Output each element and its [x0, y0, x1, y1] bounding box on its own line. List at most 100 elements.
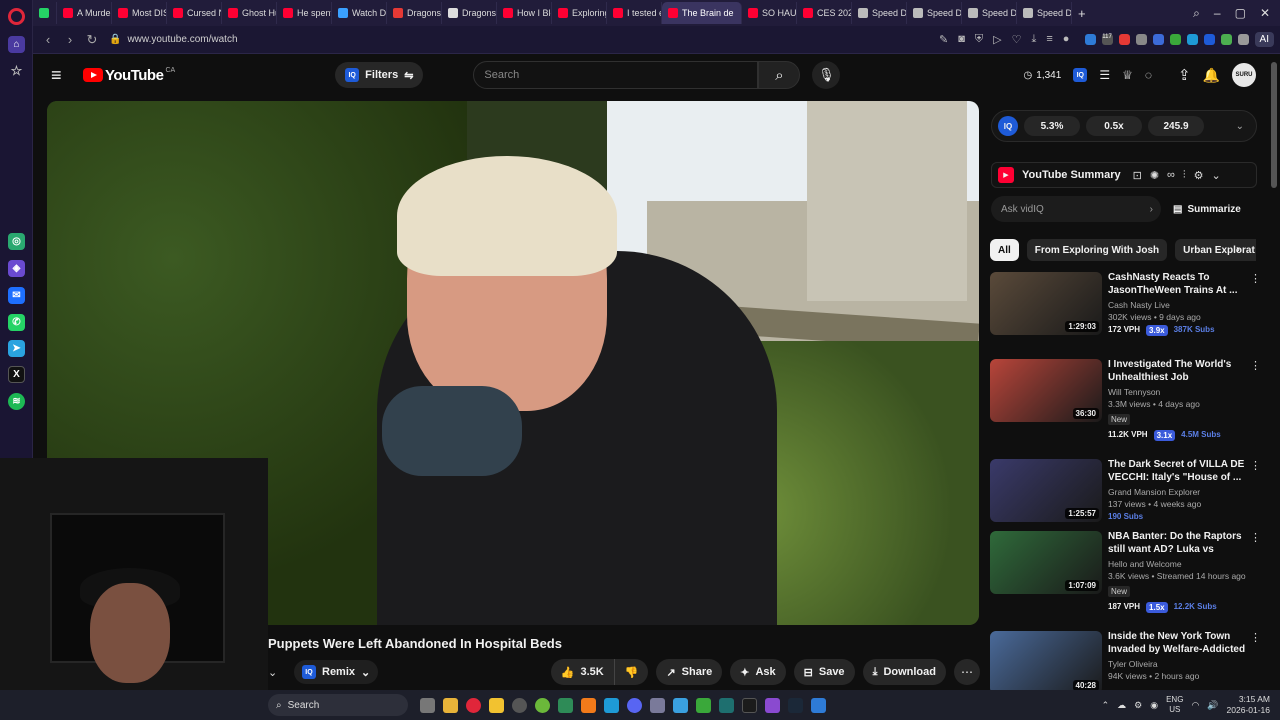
extension-icon[interactable] — [1084, 34, 1096, 45]
page-scrollbar[interactable] — [1271, 62, 1277, 188]
chevron-down-icon[interactable]: ⌄ — [268, 666, 286, 679]
search-input[interactable]: Search — [473, 61, 759, 89]
recommendation-item[interactable]: 1:25:57 The Dark Secret of VILLA DE VECCH… — [990, 459, 1261, 539]
robot-icon[interactable]: ⊡ — [1133, 169, 1142, 182]
back-icon[interactable]: ‹ — [37, 32, 59, 47]
more-vert-icon[interactable]: ⋮ — [1250, 459, 1261, 472]
channel-name[interactable]: Grand Mansion Explorer — [1108, 487, 1248, 497]
forward-icon[interactable]: › — [59, 32, 81, 47]
voice-search-button[interactable]: 🎙 — [812, 61, 841, 89]
channel-name[interactable]: Will Tennyson — [1108, 387, 1248, 397]
messenger-icon[interactable]: ✉ — [8, 287, 25, 304]
recommendation-title[interactable]: Inside the New York Town Invaded by Welf… — [1108, 631, 1248, 656]
profile-icon[interactable]: ● — [1063, 33, 1070, 46]
hamburger-menu-icon[interactable]: ≡ — [51, 65, 71, 86]
download-icon[interactable]: ⤓ — [1031, 33, 1036, 46]
browser-tab[interactable]: Speed Dr — [852, 2, 907, 24]
browser-tab[interactable]: Watch Di — [332, 2, 387, 24]
browser-tab[interactable]: CES 2026 — [797, 2, 852, 24]
video-thumbnail[interactable]: 1:29:03 — [990, 272, 1102, 335]
telegram-icon[interactable]: ➤ — [8, 340, 25, 357]
browser-tab[interactable]: Most DIS — [112, 2, 167, 24]
spotify-icon[interactable]: ≋ — [8, 393, 25, 410]
browser-tab[interactable]: A Murder — [57, 2, 112, 24]
summarize-button[interactable]: ▤ Summarize — [1173, 204, 1241, 215]
shield-icon[interactable]: ⛨ — [975, 33, 983, 46]
channel-name[interactable]: Hello and Welcome — [1108, 559, 1248, 569]
video-thumbnail[interactable]: 36:30 — [990, 359, 1102, 422]
browser-tab[interactable]: How I Ble — [497, 2, 552, 24]
maximize-icon[interactable]: ▢ — [1235, 6, 1246, 21]
ai-button[interactable]: AI — [1254, 32, 1274, 47]
recommendation-item[interactable]: 36:30 I Investigated The World's Unhealth… — [990, 359, 1261, 441]
video-thumbnail[interactable]: 1:07:09 — [990, 531, 1102, 594]
vidiq-view-counter[interactable]: ◷ 1,341 — [1024, 70, 1062, 81]
ai-app-icon[interactable]: ◈ — [8, 260, 25, 277]
channel-name[interactable]: Tyler Oliveira — [1108, 659, 1248, 669]
taskbar-search[interactable]: ⌕ Search — [268, 694, 408, 716]
minimize-icon[interactable]: – — [1214, 6, 1221, 21]
recommendation-item[interactable]: 1:29:03 CashNasty Reacts To JasonTheWeen … — [990, 272, 1261, 352]
ask-button[interactable]: ✦ Ask — [730, 659, 786, 685]
browser-tab[interactable]: Dragons — [442, 2, 497, 24]
app-icon[interactable] — [650, 697, 665, 713]
trophy-icon[interactable]: ♕ — [1122, 68, 1133, 82]
search-icon[interactable]: ⌕ — [1193, 6, 1200, 21]
extension-badge[interactable]: 117 — [1101, 34, 1113, 45]
like-button[interactable]: 👍 3.5K — [550, 659, 615, 685]
extension-icon[interactable] — [1186, 34, 1198, 45]
extension-icon[interactable] — [1118, 34, 1130, 45]
app-icon[interactable] — [535, 697, 550, 713]
video-thumbnail[interactable]: 40:28 — [990, 631, 1102, 694]
search-button[interactable]: ⌕ — [758, 61, 801, 89]
browser-tab[interactable]: Exploring — [552, 2, 607, 24]
home-icon[interactable]: ⌂ — [8, 36, 25, 53]
chevron-right-icon[interactable]: › — [1150, 204, 1153, 215]
more-actions-button[interactable]: ⋯ — [954, 659, 980, 685]
upload-icon[interactable]: ⇪ — [1178, 66, 1191, 84]
extension-icon[interactable] — [1169, 34, 1181, 45]
video-thumbnail[interactable]: 1:25:57 — [990, 459, 1102, 522]
volume-icon[interactable]: 🔊 — [1207, 700, 1218, 711]
app-icon[interactable] — [673, 697, 688, 713]
vidiq-logo[interactable]: IQ — [998, 116, 1018, 136]
vlc-icon[interactable] — [581, 697, 596, 713]
chevron-down-icon[interactable]: ⌄ — [1236, 121, 1250, 132]
youtube-logo[interactable]: YouTube CA — [83, 67, 175, 84]
reload-icon[interactable]: ↻ — [81, 32, 103, 48]
more-vert-icon[interactable]: ⋮ — [1250, 531, 1261, 544]
recommendation-title[interactable]: NBA Banter: Do the Raptors still want AD… — [1108, 531, 1248, 556]
browser-tab[interactable]: Ghost Hu — [222, 2, 277, 24]
browser-tab[interactable]: Cursed N — [167, 2, 222, 24]
vidiq-icon[interactable]: IQ — [1073, 68, 1088, 82]
list-icon[interactable]: ☰ — [1099, 68, 1110, 82]
cloud-icon[interactable]: ☁ — [1117, 700, 1126, 711]
x-icon[interactable]: X — [8, 366, 25, 383]
language-indicator[interactable]: ENG US — [1166, 695, 1183, 715]
recommendation-title[interactable]: I Investigated The World's Unhealthiest … — [1108, 359, 1248, 384]
dislike-button[interactable]: 👎 — [614, 659, 649, 685]
chatgpt-icon[interactable]: ◎ — [8, 233, 25, 250]
remix-button[interactable]: IQ Remix ⌄ — [294, 660, 379, 684]
capcut-icon[interactable] — [742, 697, 757, 713]
task-view-icon[interactable] — [420, 697, 435, 713]
extensions-icon[interactable] — [1237, 34, 1249, 45]
chevron-right-icon[interactable]: › — [1236, 242, 1240, 256]
browser-tab[interactable]: Speed Dr — [962, 2, 1017, 24]
browser-tab[interactable]: SO HAUN — [742, 2, 797, 24]
url-field[interactable]: 🔒 www.youtube.com/watch — [109, 34, 929, 45]
chevron-up-icon[interactable]: ⌃ — [1102, 700, 1110, 711]
play-icon[interactable]: ▷ — [993, 33, 1001, 46]
tray-app-icon[interactable]: ◉ — [1150, 700, 1158, 711]
whatsapp-icon[interactable]: ✆ — [8, 314, 25, 331]
browser-tab[interactable]: The Brain de — [662, 2, 742, 24]
app-icon[interactable] — [811, 697, 826, 713]
vidiq-extension-icon[interactable] — [1203, 34, 1215, 45]
browser-tab[interactable]: Dragons — [387, 2, 442, 24]
app-icon[interactable] — [719, 697, 734, 713]
settings-gear-icon[interactable]: ⚙ — [1194, 169, 1204, 182]
opera-icon[interactable] — [466, 697, 481, 713]
chip-from-channel[interactable]: From Exploring With Josh — [1026, 239, 1168, 261]
recommendation-title[interactable]: CashNasty Reacts To JasonTheWeen Trains … — [1108, 272, 1248, 297]
tray-app-icon[interactable]: ⚙ — [1134, 700, 1142, 711]
